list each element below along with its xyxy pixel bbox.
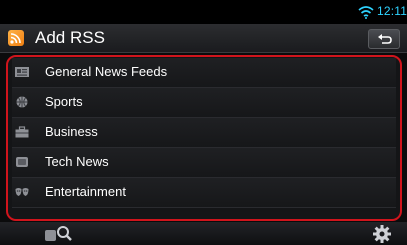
- back-button[interactable]: [368, 29, 400, 49]
- search-rss-button[interactable]: [44, 224, 74, 244]
- list-item-sports[interactable]: Sports: [12, 88, 396, 118]
- rss-icon: [8, 30, 24, 46]
- ball-icon: [16, 96, 28, 108]
- tech-icon: [16, 157, 28, 167]
- list-item-label: General News Feeds: [45, 64, 168, 79]
- list-item-tech-news[interactable]: Tech News: [12, 148, 396, 178]
- header: Add RSS: [0, 24, 407, 53]
- list-item-label: Entertainment: [45, 184, 126, 199]
- list-item-entertainment[interactable]: Entertainment: [12, 178, 396, 208]
- newspaper-icon: [15, 67, 29, 77]
- briefcase-icon: [15, 126, 29, 138]
- clock: 12:11: [377, 4, 407, 18]
- wifi-icon: [358, 6, 374, 19]
- page-title: Add RSS: [35, 28, 105, 47]
- return-arrow-icon: [378, 34, 392, 44]
- gear-icon[interactable]: [372, 224, 392, 244]
- list-item-general-news[interactable]: General News Feeds: [12, 58, 396, 88]
- list-item-business[interactable]: Business: [12, 118, 396, 148]
- rss-category-list: General News Feeds Sports Business Tech …: [6, 55, 402, 221]
- mask-icon: [15, 188, 29, 196]
- list-item-label: Sports: [45, 94, 83, 109]
- list-item-label: Business: [45, 124, 98, 139]
- rss-screen: 12:11 Add RSS General News Feeds Sports …: [0, 0, 407, 245]
- list-item-label: Tech News: [45, 154, 109, 169]
- status-bar: 12:11: [0, 0, 407, 24]
